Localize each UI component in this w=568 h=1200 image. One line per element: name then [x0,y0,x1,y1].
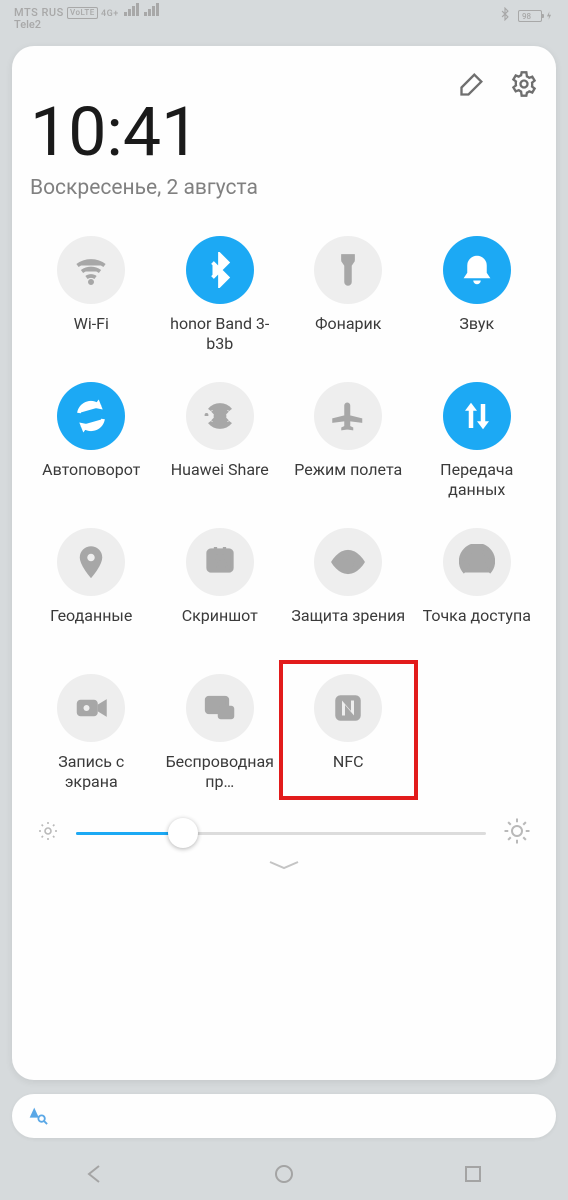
cast-toggle[interactable] [186,674,254,742]
flashlight-toggle[interactable] [314,236,382,304]
rotate-toggle[interactable] [57,382,125,450]
tile-label: Защита зрения [288,606,408,648]
tile-rotate[interactable]: Автоповорот [30,382,153,502]
net-badge-icon: 4G+ [101,9,119,19]
brightness-high-icon [502,816,532,850]
hotspot-toggle[interactable] [443,528,511,596]
tile-label: Wi-Fi [31,314,151,356]
tile-location[interactable]: Геоданные [30,528,153,648]
record-icon [73,690,109,726]
brightness-slider[interactable] [76,832,486,835]
tiles-grid: Wi-Fihonor Band 3-b3bФонарикЗвук Автопово… [30,236,538,794]
nfc-icon [330,690,366,726]
tile-share[interactable]: Huawei Share [159,382,282,502]
hotspot-icon [459,544,495,580]
tile-label: Запись с экрана [31,752,151,794]
battery-icon: 98 [518,10,554,22]
quick-settings-panel: 10:41 Воскресенье, 2 августа Wi-Fihonor … [12,46,556,1080]
tile-label: Автоповорот [31,460,151,502]
bell-toggle[interactable] [443,236,511,304]
signal-bars-icon [144,3,159,16]
date-text: Воскресенье, 2 августа [30,176,538,200]
tile-label: Передача данных [417,460,537,502]
tile-label: NFC [288,752,408,794]
tile-record[interactable]: Запись с экрана [30,674,153,794]
tile-label: Режим полета [288,460,408,502]
signal-bars-icon [124,3,139,16]
eye-icon [330,544,366,580]
nav-home-icon[interactable] [272,1162,296,1190]
tile-label: Звук [417,314,537,356]
status-bar: MTS RUS VoLTE 4G+ Tele2 98 [0,0,568,32]
bluetooth-status-icon [498,7,512,25]
tile-hotspot[interactable]: Точка доступа [416,528,539,648]
eye-toggle[interactable] [314,528,382,596]
share-icon [202,398,238,434]
carrier-names: MTS RUS VoLTE 4G+ Tele2 [14,3,159,30]
tile-airplane[interactable]: Режим полета [287,382,410,502]
tile-label: Геоданные [31,606,151,648]
bluetooth-icon [202,252,238,288]
brightness-row [30,816,538,850]
expand-chevron-icon[interactable] [264,858,304,872]
cast-icon [202,690,238,726]
airplane-icon [330,398,366,434]
tile-bell[interactable]: Звук [416,236,539,356]
data-icon [459,398,495,434]
data-toggle[interactable] [443,382,511,450]
wifi-icon [73,252,109,288]
location-toggle[interactable] [57,528,125,596]
nfc-toggle[interactable] [314,674,382,742]
navigation-bar [0,1152,568,1200]
tile-label: honor Band 3-b3b [160,314,280,356]
wifi-toggle[interactable] [57,236,125,304]
tile-data[interactable]: Передача данных [416,382,539,502]
airplane-toggle[interactable] [314,382,382,450]
tile-screenshot[interactable]: Скриншот [159,528,282,648]
tile-nfc[interactable]: NFC [287,674,410,794]
nav-recent-icon[interactable] [461,1162,485,1190]
nav-back-icon[interactable] [83,1162,107,1190]
search-bar[interactable] [12,1094,556,1138]
tile-label: Точка доступа [417,606,537,648]
clock-time: 10:41 [30,98,538,166]
tile-eye[interactable]: Защита зрения [287,528,410,648]
record-toggle[interactable] [57,674,125,742]
tile-wifi[interactable]: Wi-Fi [30,236,153,356]
tile-bluetooth[interactable]: honor Band 3-b3b [159,236,282,356]
bluetooth-toggle[interactable] [186,236,254,304]
brightness-low-icon [36,819,60,847]
brightness-thumb[interactable] [168,818,198,848]
tile-label: Скриншот [160,606,280,648]
rotate-icon [73,398,109,434]
screenshot-toggle[interactable] [186,528,254,596]
tile-label: Фонарик [288,314,408,356]
share-toggle[interactable] [186,382,254,450]
tile-label: Huawei Share [160,460,280,502]
tile-label: Беспро­водная пр… [160,752,280,794]
tile-cast[interactable]: Беспро­водная пр… [159,674,282,794]
bell-icon [459,252,495,288]
search-app-icon [26,1103,48,1129]
tile-flashlight[interactable]: Фонарик [287,236,410,356]
flashlight-icon [330,252,366,288]
screenshot-icon [202,544,238,580]
location-icon [73,544,109,580]
